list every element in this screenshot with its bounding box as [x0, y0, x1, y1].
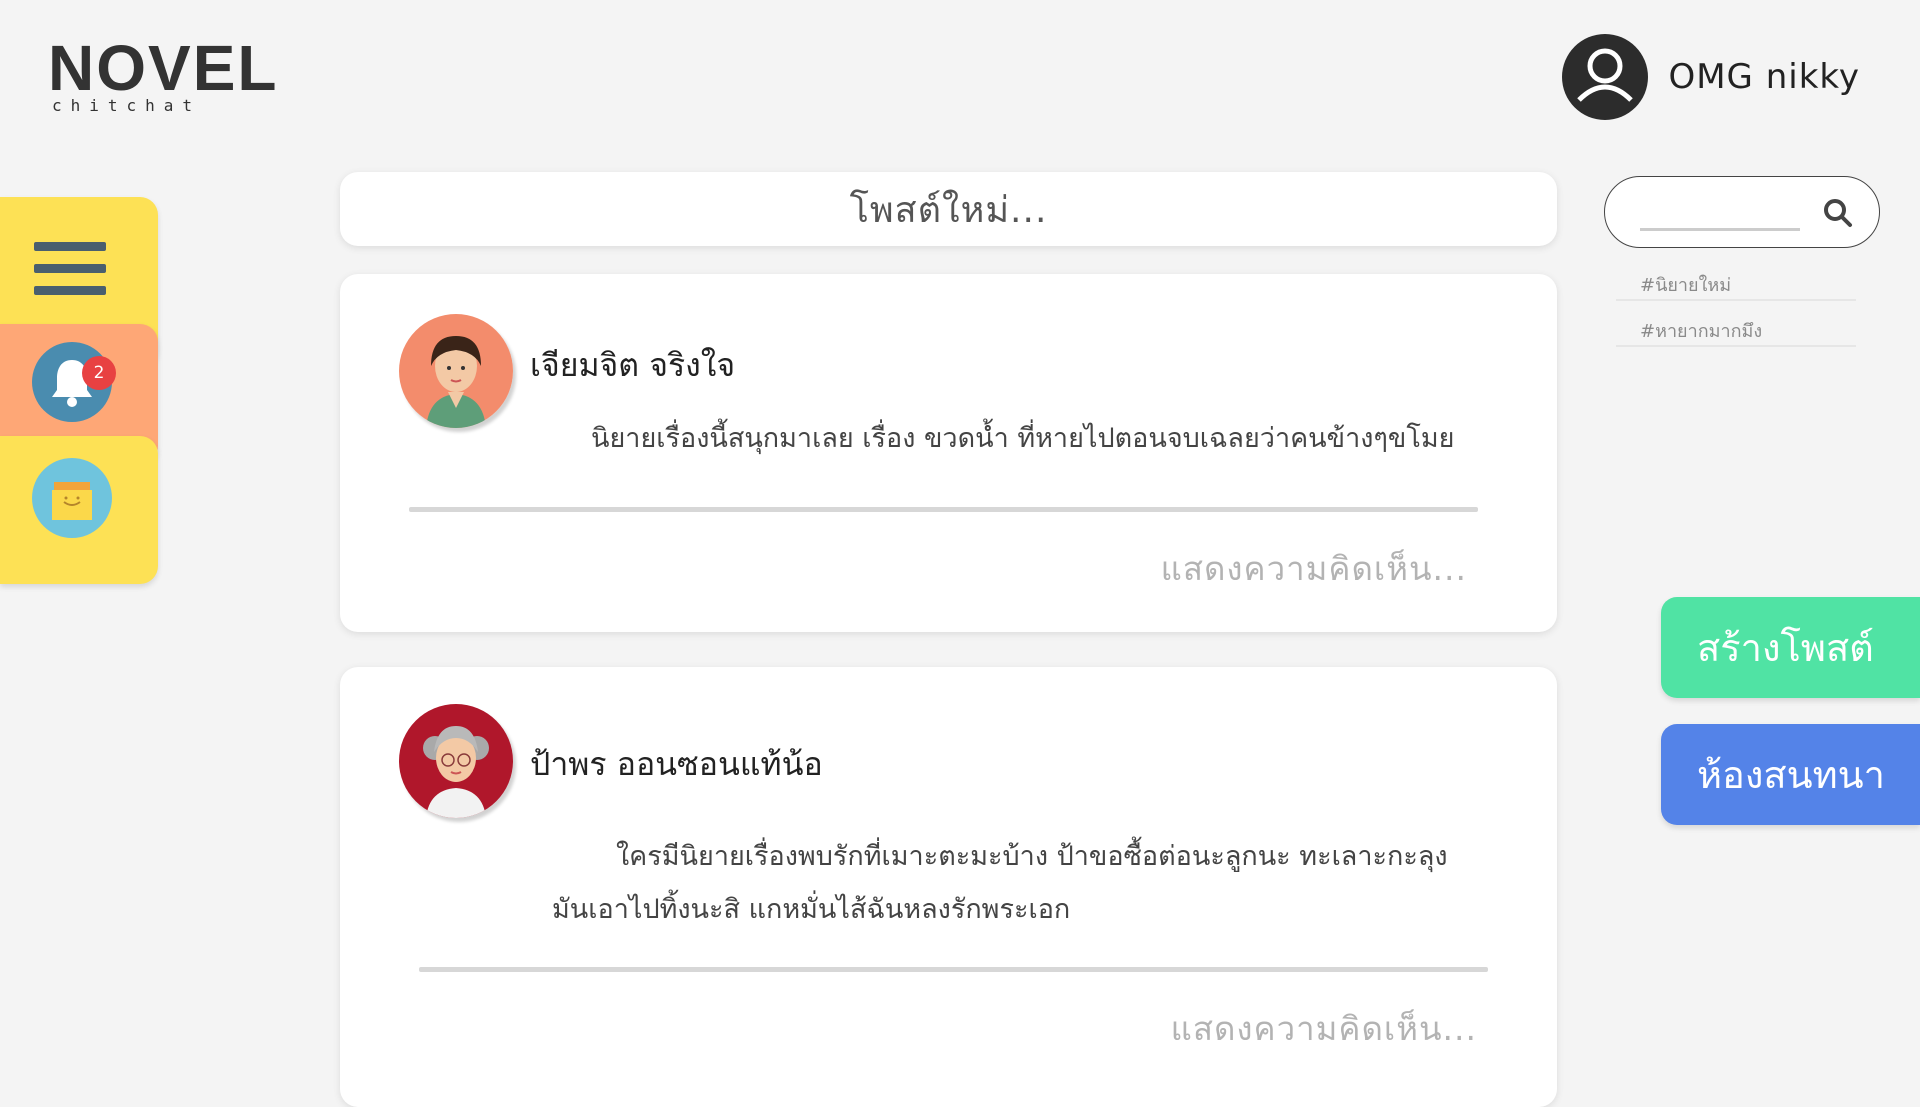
divider — [409, 507, 1478, 512]
post-author[interactable]: เจียมจิต จริงใจ — [530, 340, 735, 391]
app-logo[interactable]: NOVEL chitchat — [48, 32, 279, 115]
avatar-woman-icon — [399, 314, 513, 428]
divider — [419, 967, 1488, 972]
username: OMG nikky — [1668, 57, 1860, 97]
hamburger-icon[interactable] — [34, 242, 106, 300]
bag-glyph — [52, 482, 92, 520]
notification-badge: 2 — [82, 356, 116, 390]
post-body-line: ใครมีนิยายเรื่องพบรักที่เมาะตะมะบ้าง ป้า… — [616, 841, 1448, 872]
avatar[interactable] — [399, 704, 513, 818]
post-body-line: นิยายเรื่องนี้สนุกมาเลย เรื่อง ขวดน้ำ ที… — [591, 423, 1455, 454]
post-card: เจียมจิต จริงใจ นิยายเรื่องนี้สนุกมาเลย … — [340, 274, 1557, 632]
shopping-bag-icon[interactable] — [32, 458, 112, 538]
search-underline — [1640, 228, 1800, 231]
chat-room-button[interactable]: ห้องสนทนา — [1661, 724, 1920, 825]
post-body-line: มันเอาไปทิ้งนะสิ แกหมั่นไส้ฉันหลงรักพระเ… — [552, 894, 1071, 925]
comment-input[interactable]: แสดงความคิดเห็น... — [1171, 1002, 1477, 1055]
post-card: ป้าพร ออนซอนแท้น้อ ใครมีนิยายเรื่องพบรัก… — [340, 667, 1557, 1107]
logo-tagline: chitchat — [52, 96, 202, 115]
avatar-grandma-icon — [399, 704, 513, 818]
avatar[interactable] — [399, 314, 513, 428]
hashtag-link[interactable]: #หายากมากมึง — [1640, 316, 1762, 345]
hashtag-link[interactable]: #นิยายใหม่ — [1640, 270, 1731, 299]
post-author[interactable]: ป้าพร ออนซอนแท้น้อ — [530, 739, 823, 790]
divider — [1616, 345, 1856, 347]
create-post-button[interactable]: สร้างโพสต์ — [1661, 597, 1920, 698]
divider — [1616, 299, 1856, 301]
comment-input[interactable]: แสดงความคิดเห็น... — [1161, 542, 1467, 595]
logo-wordmark: NOVEL — [48, 32, 279, 104]
search-icon[interactable] — [1823, 198, 1853, 228]
user-circle-icon — [1562, 34, 1649, 120]
new-post-input[interactable]: โพสต์ใหม่... — [340, 172, 1557, 246]
user-profile[interactable]: OMG nikky — [1562, 34, 1860, 120]
